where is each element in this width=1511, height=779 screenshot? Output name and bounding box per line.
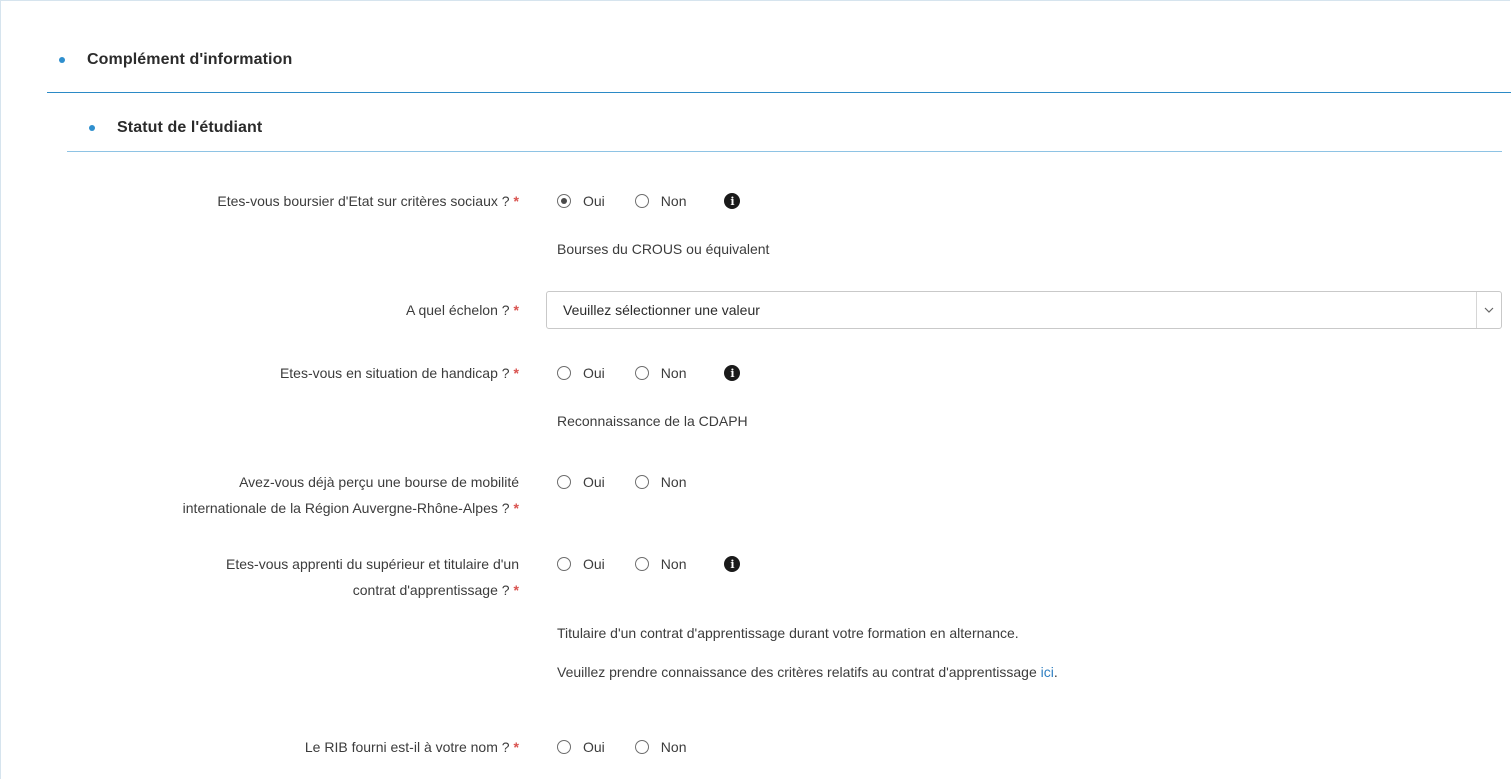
help-text-criteria: Veuillez prendre connaissance des critèr…	[557, 664, 1058, 680]
help-text: Titulaire d'un contrat d'apprentissage d…	[557, 625, 1019, 641]
radio-oui[interactable]: Oui	[557, 739, 605, 755]
criteria-link[interactable]: ici	[1041, 664, 1054, 680]
radio-button[interactable]	[634, 740, 649, 754]
echelon-select[interactable]: Veuillez sélectionner une valeur	[546, 291, 1502, 329]
bullet-icon	[59, 57, 65, 63]
required-marker: *	[513, 193, 519, 209]
radio-non[interactable]: Non	[634, 193, 686, 209]
field-label: Avez-vous déjà perçu une bourse de mobil…	[182, 474, 519, 516]
field-label: A quel échelon ? *	[406, 302, 519, 318]
radio-button[interactable]	[634, 557, 649, 571]
required-marker: *	[513, 582, 519, 598]
info-circle-icon[interactable]: i	[724, 365, 741, 381]
radio-group: Oui Non i	[557, 551, 741, 577]
select-arrow[interactable]	[1476, 292, 1501, 328]
radio-button[interactable]	[634, 366, 649, 380]
radio-oui[interactable]: Oui	[557, 193, 605, 209]
radio-button[interactable]	[634, 194, 649, 208]
radio-group: Oui Non i	[557, 188, 741, 214]
radio-button[interactable]	[557, 194, 571, 208]
radio-group: Oui Non	[557, 734, 716, 760]
radio-non[interactable]: Non	[634, 365, 686, 381]
radio-button[interactable]	[634, 475, 649, 489]
radio-button[interactable]	[557, 366, 571, 380]
help-text: Bourses du CROUS ou équivalent	[557, 241, 770, 257]
radio-group: Oui Non	[557, 469, 716, 495]
select-value: Veuillez sélectionner une valeur	[563, 302, 760, 318]
radio-button[interactable]	[557, 557, 571, 571]
radio-non[interactable]: Non	[634, 739, 686, 755]
radio-oui[interactable]: Oui	[557, 474, 605, 490]
required-marker: *	[513, 365, 519, 381]
radio-oui[interactable]: Oui	[557, 365, 605, 381]
radio-oui[interactable]: Oui	[557, 556, 605, 572]
required-marker: *	[513, 739, 519, 755]
chevron-down-icon	[1484, 307, 1494, 313]
radio-button[interactable]	[557, 740, 571, 754]
field-label: Etes-vous boursier d'Etat sur critères s…	[217, 193, 519, 209]
required-marker: *	[513, 302, 519, 318]
radio-group: Oui Non i	[557, 360, 741, 386]
info-circle-icon[interactable]: i	[724, 556, 741, 572]
radio-button[interactable]	[557, 475, 571, 489]
field-label: Etes-vous en situation de handicap ? *	[279, 365, 519, 381]
subsection-divider	[67, 151, 1502, 152]
required-marker: *	[513, 500, 519, 516]
section-divider	[47, 92, 1511, 93]
section-title: Complément d'information	[87, 51, 293, 68]
subsection-title: Statut de l'étudiant	[117, 119, 263, 136]
help-text: Reconnaissance de la CDAPH	[557, 413, 748, 429]
subsection-header: Statut de l'étudiant	[89, 119, 262, 137]
form-panel: Complément d'information Statut de l'étu…	[0, 0, 1511, 779]
section-header: Complément d'information	[59, 51, 292, 69]
radio-non[interactable]: Non	[634, 474, 686, 490]
field-label: Etes-vous apprenti du supérieur et titul…	[226, 556, 519, 598]
radio-non[interactable]: Non	[634, 556, 686, 572]
bullet-icon	[89, 125, 95, 131]
field-label: Le RIB fourni est-il à votre nom ? *	[304, 739, 519, 755]
info-circle-icon[interactable]: i	[724, 193, 741, 209]
